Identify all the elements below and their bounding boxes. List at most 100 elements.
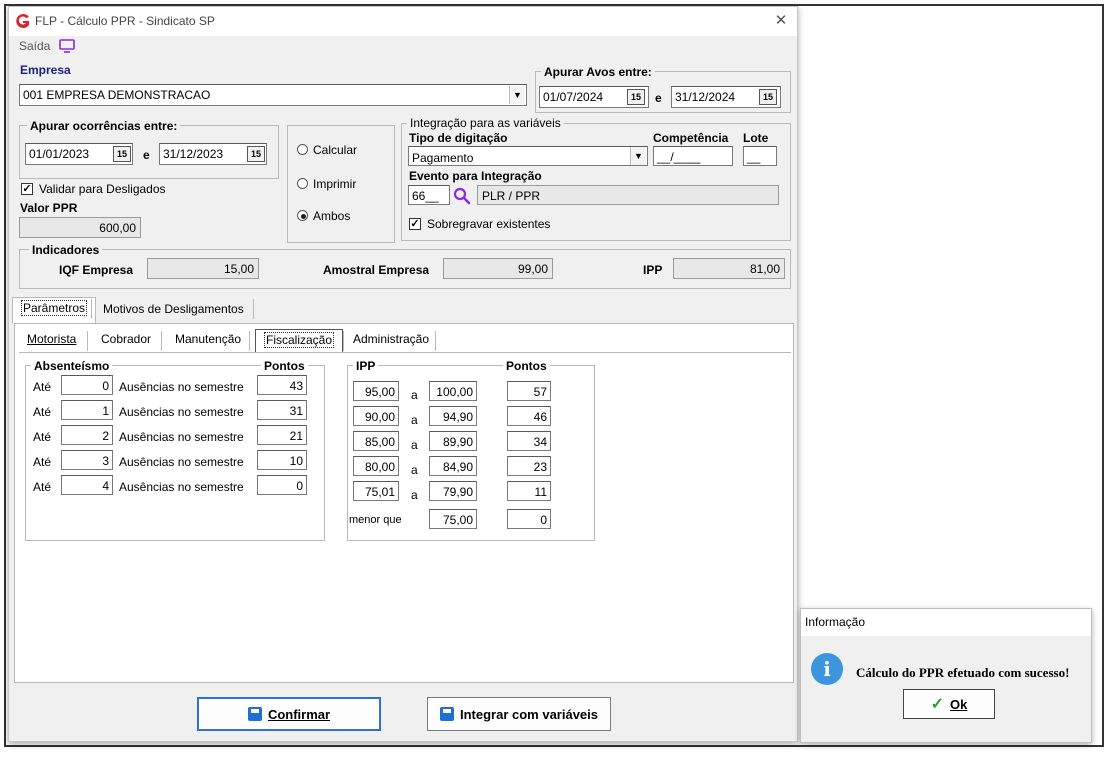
tab-cobrador[interactable]: Cobrador [93, 329, 159, 351]
ipp-to-value: 94,90 [442, 410, 473, 424]
absenteismo-pontos-value: 43 [289, 379, 303, 393]
menu-saida[interactable]: Saída [19, 39, 50, 53]
indicadores-label: Indicadores [29, 243, 103, 257]
ipp-from-input[interactable]: 80,00 [353, 456, 399, 476]
ate-label: Até [33, 405, 52, 419]
absenteismo-pontos-input[interactable]: 0 [257, 475, 307, 495]
save-icon [439, 707, 454, 721]
integrar-button[interactable]: Integrar com variáveis [427, 697, 611, 731]
tab-parametros-label: Parâmetros [21, 300, 88, 316]
ipp-from-input[interactable]: 85,00 [353, 431, 399, 451]
radio-imprimir[interactable] [297, 178, 308, 189]
tab-motorista[interactable]: Motorista [19, 329, 84, 351]
tipo-chevron-down-icon[interactable]: ▼ [630, 147, 646, 165]
ipp-last-pontos-input[interactable]: 0 [507, 509, 551, 529]
ausencias-input[interactable]: 0 [61, 375, 113, 395]
ipp-a-label: a [411, 438, 418, 452]
ausencias-input[interactable]: 4 [61, 475, 113, 495]
iqf-label: IQF Empresa [59, 263, 134, 277]
ausencias-value: 3 [102, 454, 109, 468]
ipp-from-input[interactable]: 75,01 [353, 481, 399, 501]
dialog-message: Cálculo do PPR efetuado com sucesso! [856, 665, 1070, 680]
validar-label: Validar para Desligados [39, 182, 166, 196]
calendar-icon[interactable]: 15 [113, 146, 131, 162]
ipp-a-label: a [411, 388, 418, 402]
tab-fiscalizacao[interactable]: Fiscalização [255, 329, 344, 353]
lote-value: __ [747, 150, 761, 164]
tab-divider [249, 331, 250, 351]
absenteismo-label: Absenteísmo [31, 359, 113, 373]
ausencias-input[interactable]: 1 [61, 400, 113, 420]
ausencias-value: 2 [102, 429, 109, 443]
ipp-last-to-input[interactable]: 75,00 [429, 509, 477, 529]
ipp-pontos-value: 46 [533, 410, 547, 424]
ipp-from-input[interactable]: 90,00 [353, 406, 399, 426]
ipp-pontos-value: 57 [533, 385, 547, 399]
lote-label: Lote [743, 131, 769, 145]
ausencias-desc: Ausências no semestre [119, 380, 244, 394]
competencia-input[interactable]: __/____ [653, 146, 733, 166]
ipp-field: 81,00 [673, 258, 785, 279]
tab-motivos-desligamentos[interactable]: Motivos de Desligamentos [95, 299, 252, 321]
tab-parametros[interactable]: Parâmetros [12, 297, 97, 323]
ipp-from-input[interactable]: 95,00 [353, 381, 399, 401]
ipp-from-value: 75,01 [364, 485, 395, 499]
ipp-pontos-value: 34 [533, 435, 547, 449]
evento-code-value: 66__ [412, 189, 439, 203]
tab-divider [161, 331, 162, 351]
ipp-pontos-input[interactable]: 23 [507, 456, 551, 476]
absenteismo-pontos-input[interactable]: 43 [257, 375, 307, 395]
ipp-to-input[interactable]: 94,90 [429, 406, 477, 426]
absenteismo-pontos-input[interactable]: 10 [257, 450, 307, 470]
valor-ppr-field: 600,00 [19, 217, 141, 238]
close-icon[interactable]: ✕ [771, 11, 791, 29]
calendar-icon[interactable]: 15 [247, 146, 265, 162]
lote-input[interactable]: __ [743, 146, 777, 166]
search-icon[interactable] [453, 187, 471, 205]
ipp-pontos-value: 23 [533, 460, 547, 474]
calendar-icon[interactable]: 15 [627, 89, 645, 105]
ipp-to-value: 89,90 [442, 435, 473, 449]
validar-checkbox[interactable]: ✓ [21, 183, 33, 195]
amostral-field: 99,00 [443, 258, 553, 279]
save-icon [247, 707, 262, 721]
ok-label: Ok [950, 696, 968, 712]
ipp-to-input[interactable]: 89,90 [429, 431, 477, 451]
absenteismo-pontos-value: 21 [289, 429, 303, 443]
absenteismo-pontos-input[interactable]: 31 [257, 400, 307, 420]
empresa-dropdown-chevron-down-icon[interactable]: ▼ [509, 86, 525, 104]
radio-imprimir-label: Imprimir [313, 177, 357, 191]
tab-cobrador-label: Cobrador [101, 332, 152, 346]
ipp-pontos-input[interactable]: 57 [507, 381, 551, 401]
monitor-icon[interactable] [59, 39, 75, 53]
ok-button[interactable]: ✓ Ok [903, 689, 995, 719]
ipp-to-input[interactable]: 84,90 [429, 456, 477, 476]
sobregravar-checkbox[interactable]: ✓ [409, 218, 421, 230]
evento-code-input[interactable]: 66__ [408, 185, 450, 205]
ipp-to-input[interactable]: 100,00 [429, 381, 477, 401]
ipp-pontos-input[interactable]: 34 [507, 431, 551, 451]
ausencias-input[interactable]: 3 [61, 450, 113, 470]
ocorrencias-from-value: 01/01/2023 [29, 147, 90, 161]
radio-calcular-label: Calcular [313, 143, 358, 157]
title-bar: FLP - Cálculo PPR - Sindicato SP ✕ [9, 7, 797, 36]
avos-label: Apurar Avos entre: [541, 65, 655, 79]
radio-calcular[interactable] [297, 144, 308, 155]
ausencias-input[interactable]: 2 [61, 425, 113, 445]
radio-ambos[interactable] [297, 210, 308, 221]
empresa-value: 001 EMPRESA DEMONSTRACAO [23, 88, 211, 102]
tab-administracao[interactable]: Administração [345, 329, 437, 351]
ipp-to-input[interactable]: 79,90 [429, 481, 477, 501]
calendar-icon[interactable]: 15 [759, 89, 777, 105]
info-icon: i [811, 653, 843, 685]
ipp-pontos-input[interactable]: 46 [507, 406, 551, 426]
confirmar-button[interactable]: Confirmar [197, 697, 381, 731]
ipp-pontos-input[interactable]: 11 [507, 481, 551, 501]
tab-fiscalizacao-label: Fiscalização [264, 332, 335, 348]
tipo-select[interactable]: Pagamento [408, 146, 648, 166]
tab-manutencao[interactable]: Manutenção [167, 329, 249, 351]
empresa-select[interactable]: 001 EMPRESA DEMONSTRACAO [19, 84, 527, 106]
ipp-to-value: 84,90 [442, 460, 473, 474]
ipp-last-to-value: 75,00 [442, 513, 473, 527]
absenteismo-pontos-input[interactable]: 21 [257, 425, 307, 445]
